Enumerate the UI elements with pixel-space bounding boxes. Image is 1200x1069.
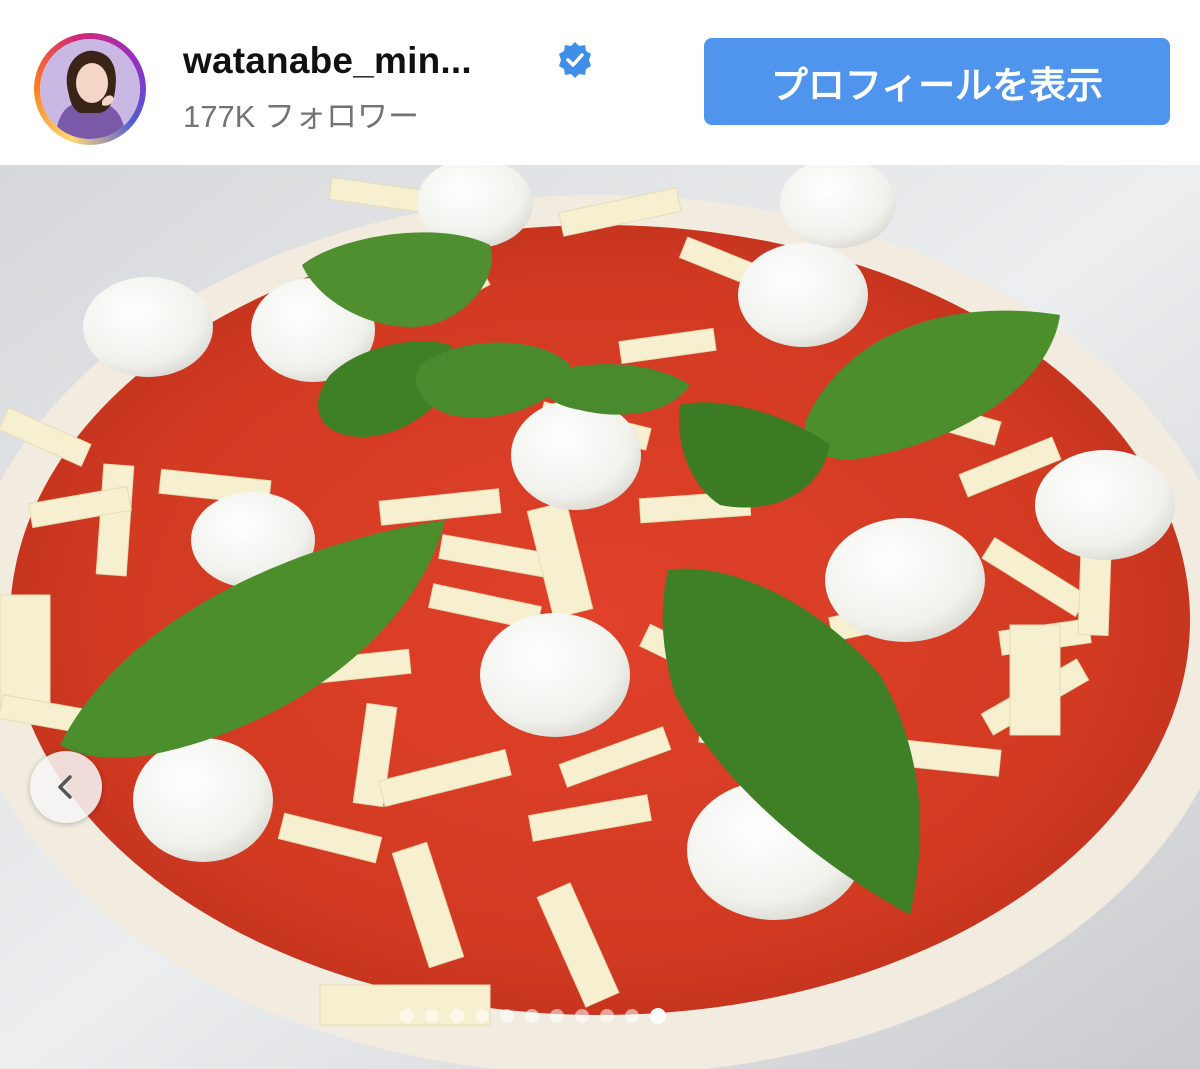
verified-badge-icon [559,42,591,78]
previous-slide-button[interactable] [30,751,102,823]
carousel-dot [550,1009,564,1023]
carousel-dot [475,1009,489,1023]
carousel-dot [600,1009,614,1023]
carousel-dot [525,1009,539,1023]
carousel-dot [450,1009,464,1023]
carousel-dot [425,1009,439,1023]
carousel-dot [400,1009,414,1023]
post-photo [0,165,1200,1069]
carousel-indicator [400,1007,666,1025]
carousel-dot [500,1009,514,1023]
avatar[interactable] [34,33,146,145]
view-profile-button[interactable]: プロフィールを表示 [704,38,1170,125]
avatar-image[interactable] [40,39,140,139]
follower-count: 177K フォロワー [183,99,420,134]
username[interactable]: watanabe_min... [183,40,472,82]
carousel-dot [575,1009,589,1023]
carousel-dot-active [650,1008,666,1024]
chevron-left-icon [58,775,72,799]
post-header: watanabe_min... 177K フォロワー プロフィールを表示 [0,0,1200,160]
carousel-dot [625,1009,639,1023]
